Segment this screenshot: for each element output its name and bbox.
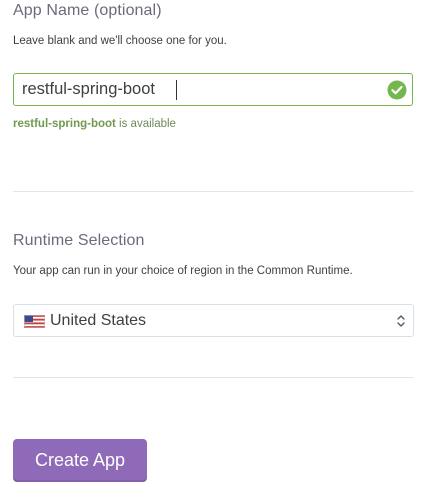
create-app-button[interactable]: Create App <box>13 439 147 482</box>
availability-message: restful-spring-boot is available <box>13 118 176 130</box>
app-name-help-text: Leave blank and we'll choose one for you… <box>13 35 227 47</box>
section-divider <box>13 377 414 378</box>
app-name-field[interactable] <box>13 73 413 106</box>
us-flag-icon <box>24 315 45 328</box>
runtime-heading: Runtime Selection <box>13 232 145 249</box>
selected-region-label: United States <box>50 312 147 329</box>
region-select[interactable]: United States <box>13 304 414 337</box>
availability-app-name: restful-spring-boot <box>13 118 116 130</box>
app-name-heading: App Name (optional) <box>13 2 162 19</box>
text-caret <box>176 80 177 100</box>
check-circle-icon <box>387 80 407 100</box>
chevron-up-down-icon <box>397 315 405 327</box>
runtime-help-text: Your app can run in your choice of regio… <box>13 265 353 277</box>
create-app-form: App Name (optional) Leave blank and we'l… <box>0 0 428 497</box>
availability-status-text: is available <box>115 118 176 130</box>
section-divider <box>13 191 414 192</box>
app-name-input[interactable] <box>14 74 382 105</box>
